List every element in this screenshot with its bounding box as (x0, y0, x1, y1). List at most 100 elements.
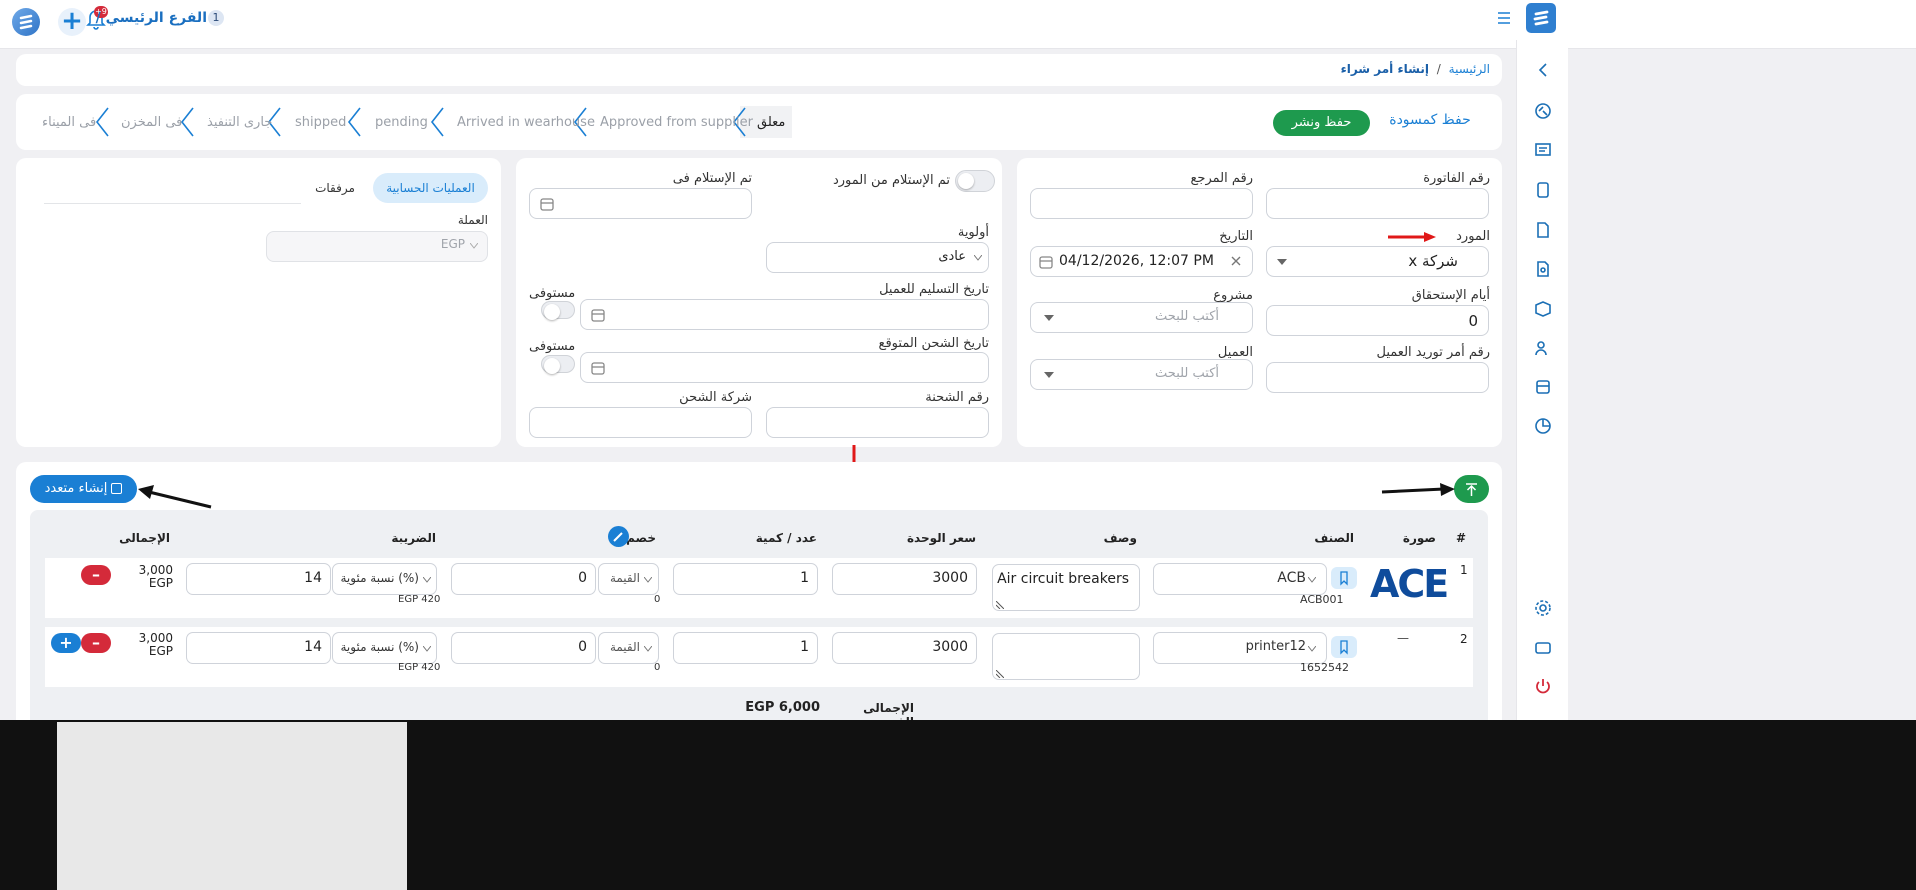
currency-select[interactable]: EGP (266, 231, 488, 262)
row-total: 3,000 EGP (130, 632, 173, 658)
chevron-down-icon (423, 646, 431, 652)
supplier-select[interactable]: شركة x (1266, 246, 1489, 277)
package-icon[interactable] (1534, 300, 1552, 322)
power-icon[interactable] (1534, 677, 1552, 699)
discount-type-select[interactable]: القيمة (598, 632, 659, 664)
chevron-down-icon (1308, 577, 1316, 583)
due-days-input[interactable]: 0 (1266, 305, 1489, 336)
document-sync-icon[interactable] (1534, 221, 1552, 243)
date-value: 04/12/2026, 12:07 PM (1059, 253, 1214, 269)
fulfilled-toggle[interactable] (541, 301, 575, 320)
documents-icon[interactable] (1534, 181, 1552, 203)
discount-edit-button[interactable] (608, 526, 629, 547)
discount-type-select[interactable]: القيمة (598, 563, 659, 595)
bookmark-button[interactable] (1331, 567, 1357, 589)
breadcrumb-home[interactable]: الرئيسية (1449, 62, 1490, 76)
tax-value-input[interactable]: 14 (186, 563, 331, 595)
reference-number-input[interactable] (1030, 188, 1253, 219)
purchase-document-icon[interactable] (1534, 260, 1552, 282)
priority-value: عادى (938, 249, 966, 264)
project-select[interactable]: أكتب للبحث (1030, 302, 1253, 333)
step-in-progress[interactable]: جارى التنفيذ (207, 115, 272, 130)
subtotal-value: EGP 6,000 (745, 700, 820, 715)
create-multiple-button[interactable]: إنشاء متعدد (30, 475, 137, 503)
client-select[interactable]: أكتب للبحث (1030, 359, 1253, 390)
tab-accounting[interactable]: العمليات الحسابية (373, 173, 488, 203)
discount-value-input[interactable]: 0 (451, 563, 596, 595)
reports-icon[interactable] (1534, 417, 1552, 439)
description-textarea[interactable]: Air circuit breakers (992, 564, 1140, 611)
create-multiple-label: إنشاء متعدد (44, 481, 108, 496)
item-select[interactable]: printer12 (1153, 632, 1327, 664)
description-textarea[interactable] (992, 633, 1140, 680)
received-from-supplier-label: تم الإستلام من المورد (832, 173, 950, 188)
row-total-currency: EGP (148, 576, 173, 590)
invoice-number-input[interactable] (1266, 188, 1489, 219)
dashboard-icon[interactable] (1534, 102, 1552, 124)
fulfilled-label: مستوفى (529, 286, 576, 301)
shipping-company-input[interactable] (529, 407, 752, 438)
resize-handle-icon (996, 670, 1004, 678)
tax-type-select[interactable]: نسبة مئوية (%) (332, 632, 437, 664)
shipment-number-input[interactable] (766, 407, 989, 438)
settings-gear-icon[interactable] (1534, 599, 1552, 621)
invoice-icon[interactable] (1534, 142, 1552, 164)
users-icon[interactable] (1534, 339, 1552, 361)
due-days-value: 0 (1468, 312, 1478, 330)
step-arrived[interactable]: Arrived in wearhouse (457, 115, 595, 130)
quantity-input[interactable]: 1 (673, 563, 818, 595)
remove-row-button[interactable]: – (81, 633, 111, 653)
save-publish-button[interactable]: حفظ ونشر (1273, 110, 1370, 136)
item-image-placeholder: — (1397, 631, 1409, 645)
delivery-date-input[interactable] (580, 299, 989, 330)
step-pending[interactable]: pending (375, 115, 428, 130)
step-shipped[interactable]: shipped (295, 115, 346, 130)
tax-type-select[interactable]: نسبة مئوية (%) (332, 563, 437, 595)
add-button[interactable]: + (58, 8, 86, 36)
bookmark-button[interactable] (1331, 636, 1357, 658)
scroll-top-button[interactable] (1454, 475, 1489, 503)
screen-icon[interactable] (1534, 639, 1552, 661)
item-select[interactable]: ACB (1153, 563, 1327, 595)
tab-attachments[interactable]: مرفقات (305, 181, 365, 195)
breadcrumb-card (16, 54, 1502, 86)
step-pending-hold[interactable]: معلق (757, 115, 785, 130)
chevron-down-icon (644, 577, 652, 583)
menu-icon[interactable] (1497, 10, 1511, 24)
priority-select[interactable]: عادى (766, 242, 989, 273)
received-from-supplier-toggle[interactable] (955, 170, 995, 192)
add-row-button[interactable]: + (51, 633, 81, 653)
step-approved[interactable]: Approved from supplier (600, 115, 753, 130)
fulfilled-toggle-2[interactable] (541, 355, 575, 374)
tax-value-input[interactable]: 14 (186, 632, 331, 664)
row-number: 1 (1460, 563, 1468, 577)
step-in-warehouse[interactable]: فى المخزن (121, 115, 182, 130)
brand-logo (1526, 3, 1556, 33)
expected-ship-input[interactable] (580, 352, 989, 383)
quantity-value: 1 (800, 639, 809, 655)
quantity-input[interactable]: 1 (673, 632, 818, 664)
col-item: الصنف (1314, 531, 1354, 545)
client-po-input[interactable] (1266, 362, 1489, 393)
date-input[interactable]: 04/12/2026, 12:07 PM (1030, 246, 1253, 277)
breadcrumb-separator: / (1436, 62, 1441, 76)
shipping-company-label: شركة الشحن (679, 390, 752, 405)
col-total: الإجمالى (119, 531, 170, 545)
received-in-date-input[interactable] (529, 188, 752, 219)
save-draft-button[interactable]: حفظ كمسودة (1380, 112, 1480, 128)
discount-value-input[interactable]: 0 (451, 632, 596, 664)
collapse-chevron-icon[interactable] (1536, 62, 1550, 82)
unit-price-input[interactable]: 3000 (832, 632, 977, 664)
chevron-down-icon (1308, 646, 1316, 652)
due-days-label: أيام الإستحقاق (1411, 288, 1490, 303)
calendar-icon (591, 362, 605, 375)
remove-row-button[interactable]: – (81, 565, 111, 585)
inventory-icon[interactable] (1534, 378, 1552, 400)
unit-price-input[interactable]: 3000 (832, 563, 977, 595)
step-in-port[interactable]: فى الميناء (42, 115, 96, 130)
branch-label[interactable]: الفرع الرئيسي / (96, 10, 207, 26)
project-placeholder: أكتب للبحث (1155, 309, 1219, 324)
discount-value: 0 (578, 639, 587, 655)
tax-amount: EGP 420 (398, 662, 441, 673)
clear-icon[interactable] (1231, 256, 1241, 266)
